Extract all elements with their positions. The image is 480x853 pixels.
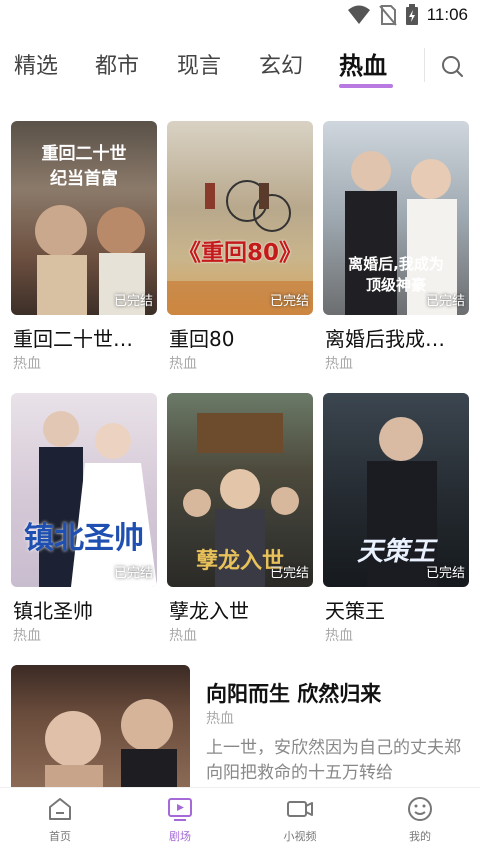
bottom-navigation: 首页 剧场 小视频 我的 [0, 787, 480, 853]
drama-poster: 《重回80》 已完结 [167, 121, 313, 315]
poster-title-art: 镇北圣帅 [24, 521, 144, 556]
poster-title-art: 《重回80》 [177, 240, 302, 266]
drama-title: 重回二十世… [13, 327, 133, 351]
tab-featured[interactable]: 精选 [14, 48, 58, 80]
battery-charging-icon [405, 4, 418, 25]
tab-hot-blood[interactable]: 热血 [339, 46, 387, 81]
featured-title[interactable]: 向阳而生 欣然归来 [206, 678, 381, 708]
drama-poster: 镇北圣帅 已完结 [11, 393, 157, 587]
poster-title-art: 重回二十世纪当首富 [41, 144, 127, 189]
drama-title: 镇北圣帅 [13, 599, 93, 623]
nav-label: 剧场 [169, 830, 191, 843]
tab-urban[interactable]: 都市 [95, 48, 139, 80]
video-camera-icon [287, 801, 313, 817]
drama-genre: 热血 [13, 356, 41, 372]
drama-genre: 热血 [169, 628, 197, 644]
theater-icon [168, 798, 192, 821]
nav-label: 首页 [49, 830, 71, 843]
drama-title: 离婚后我成… [325, 327, 445, 351]
search-button[interactable] [436, 50, 470, 84]
nav-short-video[interactable]: 小视频 [260, 794, 340, 844]
poster-title-art: 离婚后,我成为顶级神豪 [348, 255, 444, 294]
nav-profile[interactable]: 我的 [380, 794, 460, 844]
drama-title: 孽龙入世 [169, 599, 249, 623]
tab-modern-romance[interactable]: 现言 [177, 48, 221, 80]
active-tab-indicator [339, 84, 393, 88]
featured-genre: 热血 [206, 711, 234, 727]
status-badge: 已完结 [269, 294, 309, 309]
nav-home[interactable]: 首页 [20, 794, 100, 844]
drama-poster: 天策王 已完结 [323, 393, 469, 587]
tab-divider [424, 48, 425, 82]
status-bar: 11:06 [0, 0, 480, 34]
drama-title: 天策王 [325, 599, 385, 623]
status-badge: 已完结 [113, 294, 153, 309]
search-icon [442, 56, 463, 77]
drama-genre: 热血 [13, 628, 41, 644]
featured-poster[interactable] [11, 665, 190, 787]
drama-poster: 孽龙入世 已完结 [167, 393, 313, 587]
tab-fantasy[interactable]: 玄幻 [259, 48, 303, 80]
poster-art [45, 699, 177, 787]
nav-theater[interactable]: 剧场 [140, 794, 220, 844]
nav-label: 小视频 [283, 830, 317, 843]
status-badge: 已完结 [113, 566, 153, 581]
nav-label: 我的 [409, 830, 431, 843]
drama-genre: 热血 [169, 356, 197, 372]
drama-genre: 热血 [325, 628, 353, 644]
drama-title: 重回80 [169, 327, 235, 351]
clock: 11:06 [426, 5, 468, 24]
featured-description: 上一世，安欣然因为自己的丈夫郑向阳把救命的十五万转给 [206, 738, 461, 783]
no-sim-icon [378, 5, 397, 26]
drama-genre: 热血 [325, 356, 353, 372]
category-tabs: 精选 都市 现言 玄幻 热血 [0, 44, 480, 94]
drama-poster: 重回二十世纪当首富 已完结 [11, 121, 157, 315]
poster-art [167, 180, 313, 315]
home-icon [49, 798, 71, 820]
status-badge: 已完结 [425, 294, 465, 309]
drama-poster: 离婚后,我成为顶级神豪 已完结 [323, 121, 469, 315]
smiley-face-icon [408, 797, 432, 821]
status-badge: 已完结 [269, 566, 309, 581]
poster-art [39, 411, 157, 587]
status-badge: 已完结 [425, 566, 465, 581]
wifi-icon [347, 5, 370, 24]
